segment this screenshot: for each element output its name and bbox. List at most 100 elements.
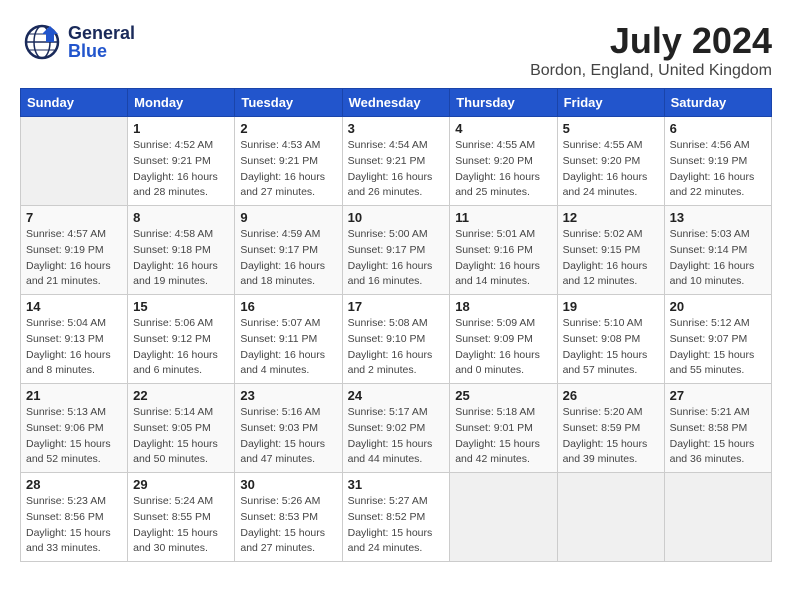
- day-number: 29: [133, 477, 229, 492]
- calendar-cell: 6 Sunrise: 4:56 AMSunset: 9:19 PMDaylight…: [664, 117, 771, 206]
- calendar-cell: 9Sunrise: 4:59 AMSunset: 9:17 PMDaylight…: [235, 206, 342, 295]
- day-number: 1: [133, 121, 229, 136]
- day-info: Sunrise: 5:06 AMSunset: 9:12 PMDaylight:…: [133, 316, 229, 379]
- month-year-title: July 2024: [530, 20, 772, 62]
- day-info: Sunrise: 4:55 AMSunset: 9:20 PMDaylight:…: [455, 138, 551, 201]
- calendar-cell: 29 Sunrise: 5:24 AMSunset: 8:55 PMDayligh…: [128, 473, 235, 562]
- day-info: Sunrise: 5:13 AMSunset: 9:06 PMDaylight:…: [26, 405, 122, 468]
- calendar-cell: 8 Sunrise: 4:58 AMSunset: 9:18 PMDaylight…: [128, 206, 235, 295]
- day-info: Sunrise: 5:27 AMSunset: 8:52 PMDaylight:…: [348, 494, 445, 557]
- calendar-week-row: 28 Sunrise: 5:23 AMSunset: 8:56 PMDayligh…: [21, 473, 772, 562]
- day-number: 5: [563, 121, 659, 136]
- calendar-cell: [664, 473, 771, 562]
- day-info: Sunrise: 4:56 AMSunset: 9:19 PMDaylight:…: [670, 138, 766, 201]
- calendar-cell: 5 Sunrise: 4:55 AMSunset: 9:20 PMDaylight…: [557, 117, 664, 206]
- calendar-cell: [557, 473, 664, 562]
- day-info: Sunrise: 5:24 AMSunset: 8:55 PMDaylight:…: [133, 494, 229, 557]
- calendar-cell: 30 Sunrise: 5:26 AMSunset: 8:53 PMDayligh…: [235, 473, 342, 562]
- day-info: Sunrise: 5:23 AMSunset: 8:56 PMDaylight:…: [26, 494, 122, 557]
- day-info: Sunrise: 4:55 AMSunset: 9:20 PMDaylight:…: [563, 138, 659, 201]
- calendar-cell: 3Sunrise: 4:54 AMSunset: 9:21 PMDaylight…: [342, 117, 450, 206]
- calendar-cell: 1 Sunrise: 4:52 AMSunset: 9:21 PMDaylight…: [128, 117, 235, 206]
- day-number: 7: [26, 210, 122, 225]
- day-number: 18: [455, 299, 551, 314]
- day-number: 6: [670, 121, 766, 136]
- calendar-cell: 28 Sunrise: 5:23 AMSunset: 8:56 PMDayligh…: [21, 473, 128, 562]
- calendar-cell: 27 Sunrise: 5:21 AMSunset: 8:58 PMDayligh…: [664, 384, 771, 473]
- day-info: Sunrise: 5:12 AMSunset: 9:07 PMDaylight:…: [670, 316, 766, 379]
- day-info: Sunrise: 4:57 AMSunset: 9:19 PMDaylight:…: [26, 227, 122, 290]
- calendar-week-row: 7 Sunrise: 4:57 AMSunset: 9:19 PMDaylight…: [21, 206, 772, 295]
- day-info: Sunrise: 5:26 AMSunset: 8:53 PMDaylight:…: [240, 494, 336, 557]
- day-number: 31: [348, 477, 445, 492]
- day-info: Sunrise: 5:00 AMSunset: 9:17 PMDaylight:…: [348, 227, 445, 290]
- day-info: Sunrise: 5:04 AMSunset: 9:13 PMDaylight:…: [26, 316, 122, 379]
- day-info: Sunrise: 4:59 AMSunset: 9:17 PMDaylight:…: [240, 227, 336, 290]
- calendar-cell: 12 Sunrise: 5:02 AMSunset: 9:15 PMDayligh…: [557, 206, 664, 295]
- calendar-cell: 10 Sunrise: 5:00 AMSunset: 9:17 PMDayligh…: [342, 206, 450, 295]
- weekday-header-wednesday: Wednesday: [342, 89, 450, 117]
- calendar-cell: 19Sunrise: 5:10 AMSunset: 9:08 PMDayligh…: [557, 295, 664, 384]
- logo-general-text: General: [68, 24, 135, 42]
- calendar-week-row: 1 Sunrise: 4:52 AMSunset: 9:21 PMDaylight…: [21, 117, 772, 206]
- day-number: 22: [133, 388, 229, 403]
- day-info: Sunrise: 5:07 AMSunset: 9:11 PMDaylight:…: [240, 316, 336, 379]
- day-info: Sunrise: 5:16 AMSunset: 9:03 PMDaylight:…: [240, 405, 336, 468]
- day-number: 24: [348, 388, 445, 403]
- day-number: 11: [455, 210, 551, 225]
- day-number: 16: [240, 299, 336, 314]
- day-number: 10: [348, 210, 445, 225]
- calendar-cell: 11 Sunrise: 5:01 AMSunset: 9:16 PMDayligh…: [450, 206, 557, 295]
- weekday-header-friday: Friday: [557, 89, 664, 117]
- logo-blue-text: Blue: [68, 42, 135, 60]
- day-number: 27: [670, 388, 766, 403]
- weekday-header-row: SundayMondayTuesdayWednesdayThursdayFrid…: [21, 89, 772, 117]
- day-info: Sunrise: 5:21 AMSunset: 8:58 PMDaylight:…: [670, 405, 766, 468]
- location-text: Bordon, England, United Kingdom: [530, 62, 772, 80]
- calendar-cell: 18 Sunrise: 5:09 AMSunset: 9:09 PMDayligh…: [450, 295, 557, 384]
- day-number: 8: [133, 210, 229, 225]
- calendar-cell: 24Sunrise: 5:17 AMSunset: 9:02 PMDayligh…: [342, 384, 450, 473]
- logo-text: General Blue: [68, 24, 135, 60]
- day-info: Sunrise: 5:14 AMSunset: 9:05 PMDaylight:…: [133, 405, 229, 468]
- weekday-header-saturday: Saturday: [664, 89, 771, 117]
- day-info: Sunrise: 4:52 AMSunset: 9:21 PMDaylight:…: [133, 138, 229, 201]
- day-number: 14: [26, 299, 122, 314]
- day-info: Sunrise: 4:58 AMSunset: 9:18 PMDaylight:…: [133, 227, 229, 290]
- calendar-cell: 2Sunrise: 4:53 AMSunset: 9:21 PMDaylight…: [235, 117, 342, 206]
- day-info: Sunrise: 5:18 AMSunset: 9:01 PMDaylight:…: [455, 405, 551, 468]
- calendar-week-row: 14 Sunrise: 5:04 AMSunset: 9:13 PMDayligh…: [21, 295, 772, 384]
- calendar-table: SundayMondayTuesdayWednesdayThursdayFrid…: [20, 88, 772, 562]
- calendar-cell: 7 Sunrise: 4:57 AMSunset: 9:19 PMDaylight…: [21, 206, 128, 295]
- day-number: 15: [133, 299, 229, 314]
- calendar-cell: 13Sunrise: 5:03 AMSunset: 9:14 PMDayligh…: [664, 206, 771, 295]
- day-info: Sunrise: 5:01 AMSunset: 9:16 PMDaylight:…: [455, 227, 551, 290]
- logo-icon: [20, 20, 64, 64]
- weekday-header-tuesday: Tuesday: [235, 89, 342, 117]
- header: General Blue July 2024 Bordon, England, …: [20, 20, 772, 80]
- day-info: Sunrise: 5:02 AMSunset: 9:15 PMDaylight:…: [563, 227, 659, 290]
- calendar-cell: 14 Sunrise: 5:04 AMSunset: 9:13 PMDayligh…: [21, 295, 128, 384]
- day-number: 28: [26, 477, 122, 492]
- calendar-cell: 23 Sunrise: 5:16 AMSunset: 9:03 PMDayligh…: [235, 384, 342, 473]
- weekday-header-monday: Monday: [128, 89, 235, 117]
- day-number: 2: [240, 121, 336, 136]
- calendar-cell: 22 Sunrise: 5:14 AMSunset: 9:05 PMDayligh…: [128, 384, 235, 473]
- day-info: Sunrise: 5:09 AMSunset: 9:09 PMDaylight:…: [455, 316, 551, 379]
- day-number: 13: [670, 210, 766, 225]
- day-number: 4: [455, 121, 551, 136]
- calendar-cell: 25Sunrise: 5:18 AMSunset: 9:01 PMDayligh…: [450, 384, 557, 473]
- day-number: 30: [240, 477, 336, 492]
- calendar-cell: 17Sunrise: 5:08 AMSunset: 9:10 PMDayligh…: [342, 295, 450, 384]
- day-number: 23: [240, 388, 336, 403]
- calendar-cell: 31 Sunrise: 5:27 AMSunset: 8:52 PMDayligh…: [342, 473, 450, 562]
- logo: General Blue: [20, 20, 135, 64]
- day-info: Sunrise: 5:08 AMSunset: 9:10 PMDaylight:…: [348, 316, 445, 379]
- day-number: 20: [670, 299, 766, 314]
- calendar-cell: 20 Sunrise: 5:12 AMSunset: 9:07 PMDayligh…: [664, 295, 771, 384]
- weekday-header-thursday: Thursday: [450, 89, 557, 117]
- day-info: Sunrise: 5:10 AMSunset: 9:08 PMDaylight:…: [563, 316, 659, 379]
- day-number: 12: [563, 210, 659, 225]
- title-block: July 2024 Bordon, England, United Kingdo…: [530, 20, 772, 80]
- day-number: 26: [563, 388, 659, 403]
